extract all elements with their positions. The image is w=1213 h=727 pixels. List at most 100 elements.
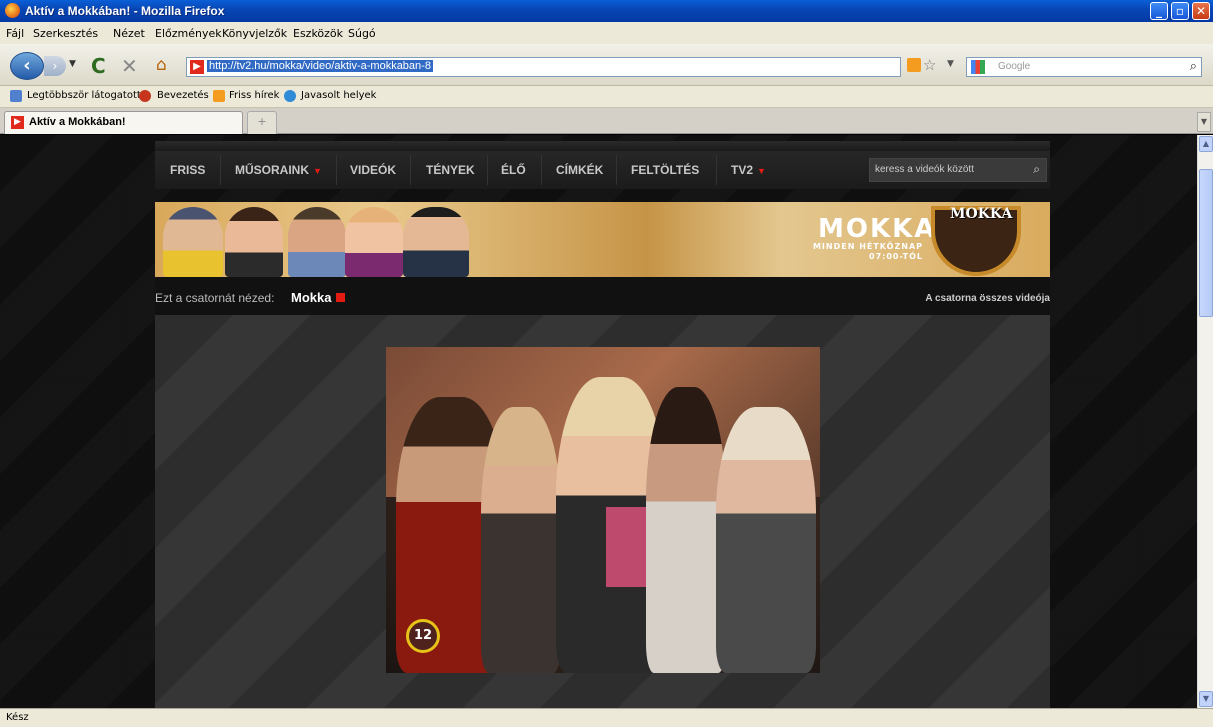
channel-name[interactable]: Mokka bbox=[291, 290, 331, 305]
tab-label: Aktív a Mokkában! bbox=[29, 116, 126, 128]
age-rating-badge: 12 bbox=[406, 619, 440, 653]
banner-title: MOKKA bbox=[818, 214, 937, 244]
vertical-scrollbar[interactable]: ▲ ▼ bbox=[1197, 135, 1213, 708]
url-text[interactable]: http://tv2.hu/mokka/video/aktiv-a-mokkab… bbox=[207, 60, 433, 72]
chevron-down-icon: ▼ bbox=[313, 166, 322, 176]
presenter-photo bbox=[288, 207, 346, 277]
forward-button[interactable]: › bbox=[44, 56, 66, 76]
navigation-toolbar: ‹ › ▼ C ✕ ⌂ ▶ http://tv2.hu/mokka/video/… bbox=[0, 44, 1213, 86]
window-titlebar: Aktív a Mokkában! - Mozilla Firefox _ ▫ … bbox=[0, 0, 1213, 22]
menu-help[interactable]: Súgó bbox=[348, 27, 376, 40]
play-icon[interactable] bbox=[336, 293, 345, 302]
status-text: Kész bbox=[6, 712, 29, 723]
video-pink-package bbox=[606, 507, 646, 587]
video-search-input[interactable]: keress a videók között ⌕ bbox=[869, 158, 1047, 182]
mokka-banner[interactable]: MOKKA MINDEN HÉTKÖZNAP 07:00-TÓL MOKKA bbox=[155, 202, 1050, 277]
nav-tenyek[interactable]: TÉNYEK bbox=[426, 163, 475, 177]
search-icon[interactable]: ⌕ bbox=[1190, 59, 1197, 74]
video-player[interactable]: 12 bbox=[386, 347, 820, 673]
rss-feed-icon[interactable] bbox=[907, 58, 921, 72]
tab-favicon-icon: ▶ bbox=[11, 116, 24, 129]
nav-cimkek[interactable]: CÍMKÉK bbox=[556, 163, 603, 177]
mokka-logo: MOKKA bbox=[950, 206, 1013, 222]
video-person bbox=[646, 387, 726, 673]
site-favicon-icon: ▶ bbox=[190, 60, 204, 74]
nav-friss[interactable]: FRISS bbox=[170, 163, 205, 177]
menu-bookmarks[interactable]: Könyvjelzők bbox=[222, 27, 287, 40]
banner-subtitle-line1: MINDEN HÉTKÖZNAP bbox=[812, 242, 923, 251]
nav-separator bbox=[487, 155, 488, 185]
menu-file[interactable]: Fájl bbox=[6, 27, 24, 40]
bookmark-getting-started[interactable]: Bevezetés bbox=[157, 90, 209, 101]
nav-separator bbox=[336, 155, 337, 185]
news-feed-icon bbox=[213, 90, 225, 102]
nav-separator bbox=[220, 155, 221, 185]
firefox-icon bbox=[5, 3, 20, 18]
nav-feltoltes[interactable]: FELTÖLTÉS bbox=[631, 163, 699, 177]
video-person bbox=[481, 407, 561, 673]
reload-icon[interactable]: C bbox=[91, 54, 106, 78]
new-tab-button[interactable]: + bbox=[247, 111, 277, 134]
home-icon[interactable]: ⌂ bbox=[156, 55, 167, 75]
menu-history[interactable]: Előzmények bbox=[155, 27, 222, 40]
chevron-down-icon: ▼ bbox=[757, 166, 766, 176]
nav-tv2[interactable]: TV2 ▼ bbox=[731, 163, 766, 177]
nav-musoraink-label: MŰSORAINK bbox=[235, 163, 309, 177]
nav-separator bbox=[616, 155, 617, 185]
presenter-photo bbox=[225, 207, 283, 277]
close-button[interactable]: ✕ bbox=[1192, 2, 1210, 20]
presenter-photo bbox=[345, 207, 403, 277]
channel-bar: Ezt a csatornát nézed: Mokka A csatorna … bbox=[155, 277, 1050, 315]
page-viewport: FRISS MŰSORAINK ▼ VIDEÓK TÉNYEK ÉLŐ CÍMKÉ… bbox=[0, 135, 1197, 708]
google-engine-icon[interactable] bbox=[971, 60, 985, 74]
menu-tools[interactable]: Eszközök bbox=[293, 27, 343, 40]
search-icon[interactable]: ⌕ bbox=[1033, 162, 1040, 177]
nav-separator bbox=[410, 155, 411, 185]
bookmark-latest-news[interactable]: Friss hírek bbox=[229, 90, 279, 101]
scroll-up-icon[interactable]: ▲ bbox=[1199, 136, 1213, 152]
bookmark-most-visited[interactable]: Legtöbbször látogatott bbox=[27, 90, 141, 101]
bookmark-suggested-sites[interactable]: Javasolt helyek bbox=[301, 90, 376, 101]
tab-active[interactable]: ▶ Aktív a Mokkában! bbox=[4, 111, 243, 134]
site-container: FRISS MŰSORAINK ▼ VIDEÓK TÉNYEK ÉLŐ CÍMKÉ… bbox=[155, 135, 1050, 708]
nav-separator bbox=[716, 155, 717, 185]
url-dropdown-icon[interactable]: ▼ bbox=[947, 59, 954, 69]
scroll-down-icon[interactable]: ▼ bbox=[1199, 691, 1213, 707]
url-bar[interactable]: ▶ http://tv2.hu/mokka/video/aktiv-a-mokk… bbox=[186, 57, 901, 77]
presenter-photo bbox=[403, 207, 469, 277]
scrollbar-thumb[interactable] bbox=[1199, 169, 1213, 317]
most-visited-icon bbox=[10, 90, 22, 102]
ie-suggested-icon bbox=[284, 90, 296, 102]
search-placeholder: Google bbox=[998, 61, 1031, 72]
channel-prefix: Ezt a csatornát nézed: bbox=[155, 291, 275, 305]
tab-strip: ▶ Aktív a Mokkában! + ▼ bbox=[0, 108, 1213, 134]
player-area: 12 bbox=[155, 315, 1050, 708]
nav-tv2-label: TV2 bbox=[731, 163, 754, 177]
getting-started-icon bbox=[139, 90, 151, 102]
video-person bbox=[716, 407, 816, 673]
nav-elo[interactable]: ÉLŐ bbox=[501, 163, 526, 177]
minimize-button[interactable]: _ bbox=[1150, 2, 1168, 20]
history-dropdown-icon[interactable]: ▼ bbox=[69, 59, 76, 69]
banner-subtitle-line2: 07:00-TÓL bbox=[869, 252, 923, 261]
nav-musoraink[interactable]: MŰSORAINK ▼ bbox=[235, 163, 322, 177]
all-channel-videos-link[interactable]: A csatorna összes videója bbox=[925, 293, 1050, 304]
bookmarks-toolbar: Legtöbbször látogatott Bevezetés Friss h… bbox=[0, 86, 1213, 108]
site-navigation: FRISS MŰSORAINK ▼ VIDEÓK TÉNYEK ÉLŐ CÍMKÉ… bbox=[155, 151, 1050, 189]
menu-edit[interactable]: Szerkesztés bbox=[33, 27, 98, 40]
tab-list-dropdown-icon[interactable]: ▼ bbox=[1197, 112, 1211, 132]
search-bar[interactable]: Google ⌕ bbox=[966, 57, 1202, 77]
nav-separator bbox=[541, 155, 542, 185]
status-bar: Kész bbox=[0, 708, 1213, 727]
back-button[interactable]: ‹ bbox=[10, 52, 44, 80]
presenter-photo bbox=[163, 207, 223, 277]
banner-subtitle: MINDEN HÉTKÖZNAP 07:00-TÓL bbox=[803, 242, 923, 262]
nav-videok[interactable]: VIDEÓK bbox=[350, 163, 396, 177]
window-title: Aktív a Mokkában! - Mozilla Firefox bbox=[25, 4, 225, 18]
menu-view[interactable]: Nézet bbox=[113, 27, 145, 40]
bookmark-star-icon[interactable]: ☆ bbox=[923, 56, 936, 74]
maximize-button[interactable]: ▫ bbox=[1171, 2, 1189, 20]
video-search-placeholder: keress a videók között bbox=[875, 164, 974, 175]
site-top-strip bbox=[155, 141, 1050, 151]
stop-icon[interactable]: ✕ bbox=[121, 54, 138, 78]
